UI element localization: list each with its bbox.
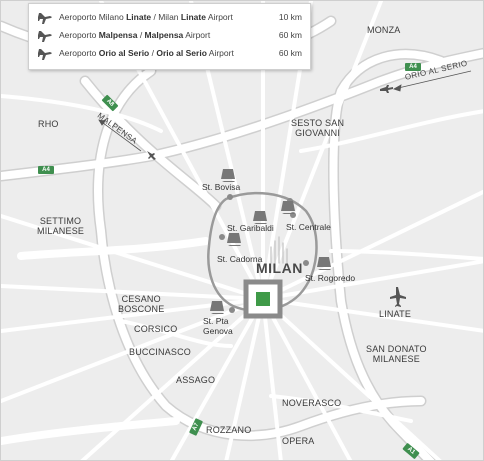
legend-orio-distance: 60 km xyxy=(278,48,302,58)
station-genova-label: St. Pta Genova xyxy=(203,316,233,336)
place-corsico: CORSICO xyxy=(134,324,178,334)
place-linate: LINATE xyxy=(379,309,412,319)
legend-linate-text: Aeroporto Milano Linate / Milan Linate A… xyxy=(59,12,233,22)
legend-row-linate: Aeroporto Milano Linate / Milan Linate A… xyxy=(35,10,302,26)
legend-row-malpensa: Aeroporto Malpensa / Malpensa Airport 60… xyxy=(35,28,302,44)
a4-west-shield: A4 xyxy=(38,166,54,174)
station-centrale-label: St. Centrale xyxy=(286,222,331,232)
place-opera: OPERA xyxy=(282,436,315,446)
airplane-icon xyxy=(38,13,52,24)
place-rozzano: ROZZANO xyxy=(206,425,252,435)
legend-malpensa-text: Aeroporto Malpensa / Malpensa Airport xyxy=(59,30,211,40)
linate-airplane-icon xyxy=(390,287,406,307)
legend-malpensa-distance: 60 km xyxy=(278,30,302,40)
genova-train-icon xyxy=(210,301,224,314)
place-buccinasco: BUCCINASCO xyxy=(129,347,192,357)
place-assago: ASSAGO xyxy=(176,375,216,385)
place-sandonato-line1: SAN DONATO xyxy=(366,344,427,354)
place-cesano-boscone: CESANO BOSCONE xyxy=(118,294,164,314)
place-sesto-line1: SESTO SAN xyxy=(291,118,345,128)
station-bovisa-label: St. Bovisa xyxy=(202,182,241,192)
legend-orio-text: Aeroporto Orio al Serio / Orio al Serio … xyxy=(59,48,234,58)
place-settimo-milanese: SETTIMO MILANESE xyxy=(37,216,84,236)
station-rogoredo-label: St. Rogoredo xyxy=(305,273,356,283)
airplane-icon xyxy=(38,31,52,42)
place-settimo-line2: MILANESE xyxy=(37,226,85,236)
legend-linate-distance: 10 km xyxy=(278,12,302,22)
city-label: MILAN xyxy=(256,260,303,276)
place-sesto-line2: GIOVANNI xyxy=(295,128,341,138)
station-genova-line2: Genova xyxy=(203,326,233,336)
map[interactable]: A4 A8 A4 A7 A1 ORIO AL SERIO MALPENSA MO… xyxy=(0,0,484,461)
airport-legend: Aeroporto Milano Linate / Milan Linate A… xyxy=(28,3,311,70)
place-monza: MONZA xyxy=(367,25,401,35)
place-cesano-line2: BOSCONE xyxy=(118,304,165,314)
place-sandonato-line2: MILANESE xyxy=(372,354,420,364)
place-noverasco: NOVERASCO xyxy=(282,398,342,408)
place-san-donato-milanese: SAN DONATO MILANESE xyxy=(366,344,427,364)
station-cadorna-label: St. Cadorna xyxy=(217,254,263,264)
station-garibaldi-label: St. Garibaldi xyxy=(227,223,274,233)
place-rho: RHO xyxy=(38,119,59,129)
place-cesano-line1: CESANO xyxy=(121,294,161,304)
place-sesto-san-giovanni: SESTO SAN GIOVANNI xyxy=(291,118,344,138)
legend-row-orio: Aeroporto Orio al Serio / Orio al Serio … xyxy=(35,46,302,62)
airplane-icon xyxy=(38,49,52,60)
place-settimo-line1: SETTIMO xyxy=(39,216,82,226)
station-genova-line1: St. Pta xyxy=(203,316,229,326)
